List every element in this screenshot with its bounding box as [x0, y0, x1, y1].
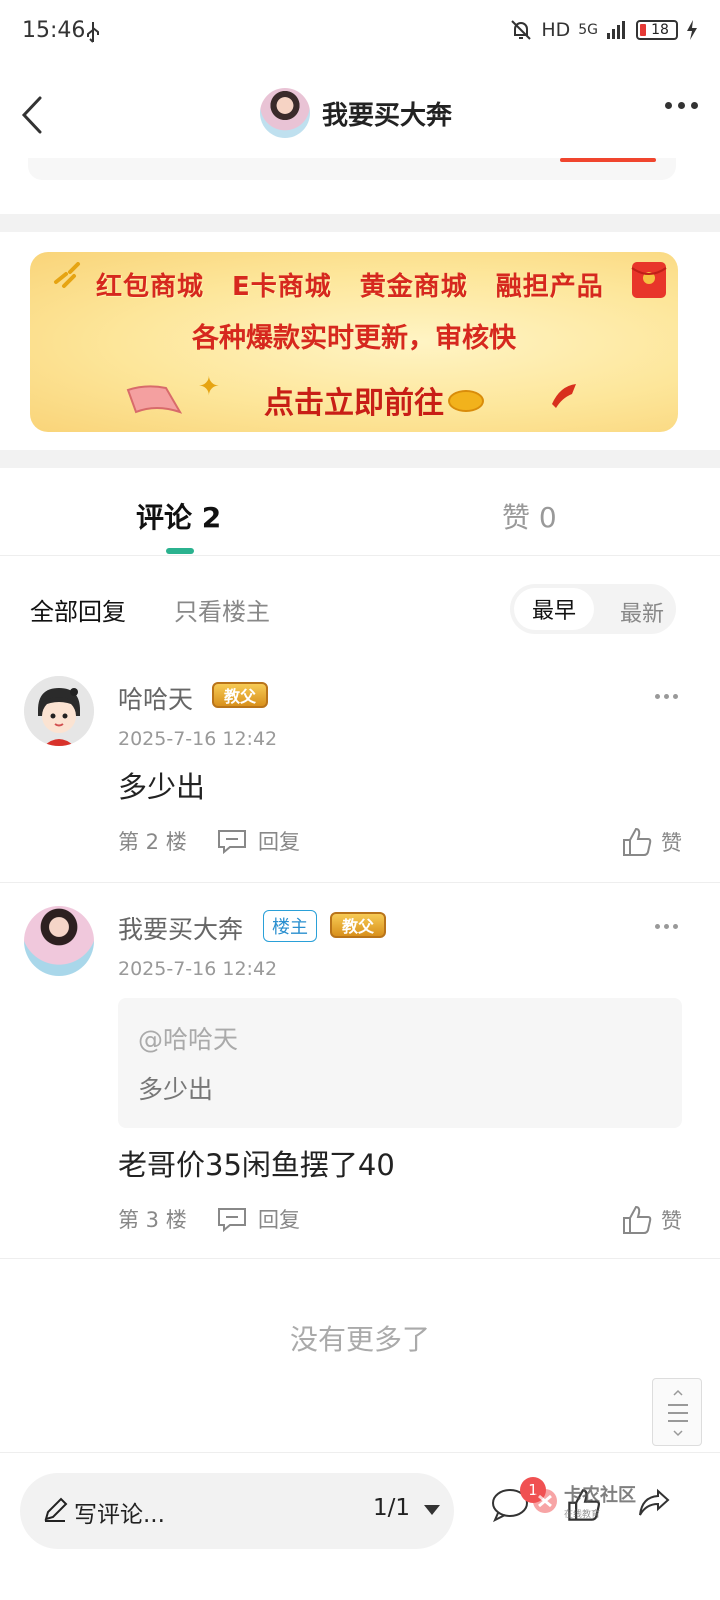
- banner-item-red-packet: 红包商城: [96, 272, 205, 302]
- divider: [0, 882, 720, 883]
- comment-time: 2025-7-16 12:42: [118, 958, 278, 980]
- banner-cta[interactable]: 点击立即前往: [30, 378, 678, 422]
- like-label: 赞: [661, 1209, 682, 1233]
- filter-owner-only[interactable]: 只看楼主: [174, 592, 270, 627]
- rank-badge: 教父: [330, 912, 387, 938]
- reply-button[interactable]: 回复: [216, 826, 300, 856]
- banner-subtitle: 各种爆款实时更新，审核快: [192, 323, 516, 354]
- reply-icon: [218, 1208, 246, 1232]
- write-comment-label: 写评论...: [74, 1502, 165, 1528]
- sort-toggle: 最早 最新: [510, 584, 676, 634]
- burst-icon: [54, 262, 80, 288]
- red-envelope-icon: [631, 262, 667, 298]
- write-comment-input[interactable]: 写评论... 1/1: [20, 1473, 454, 1549]
- banner-row1: 红包商城 E卡商城 黄金商城 融担产品: [96, 266, 604, 303]
- tab-likes[interactable]: 赞 0: [502, 496, 557, 536]
- bottom-bar: 写评论... 1/1 1 卡农社区 在线教育: [0, 1452, 720, 1600]
- header: 我要买大奔: [0, 68, 720, 162]
- quote-text: 多少出: [138, 1075, 214, 1104]
- floor-label: 第 3 楼: [118, 1208, 187, 1232]
- banner-item-gold: 黄金商城: [359, 272, 468, 302]
- battery-icon: 18: [636, 20, 678, 40]
- coin-icon: [448, 390, 484, 412]
- tab-comments[interactable]: 评论 2: [136, 496, 221, 536]
- charging-icon: [687, 20, 697, 40]
- comment-tabs: 评论 2 赞 0: [0, 468, 720, 556]
- avatar[interactable]: [24, 676, 94, 746]
- avatar[interactable]: [24, 906, 94, 976]
- comment-more-icon[interactable]: [655, 694, 678, 699]
- hd-label: HD: [541, 19, 571, 41]
- section-divider: [0, 214, 720, 232]
- reply-label: 回复: [258, 1208, 300, 1232]
- floor-label: 第 2 楼: [118, 830, 187, 854]
- signal-label: 5G: [578, 22, 598, 38]
- watermark-subtitle: 在线教育: [564, 1510, 601, 1520]
- comment-time: 2025-7-16 12:42: [118, 728, 278, 750]
- share-icon[interactable]: [636, 1487, 672, 1523]
- more-options-icon[interactable]: [665, 102, 698, 109]
- filter-all-replies[interactable]: 全部回复: [30, 592, 126, 627]
- filter-row: 全部回复 只看楼主 最早 最新: [0, 580, 720, 640]
- quote-mention[interactable]: @哈哈天: [138, 1020, 238, 1056]
- ribbon-small-icon: [552, 384, 576, 408]
- divider: [0, 1258, 720, 1259]
- battery-level: 18: [651, 22, 669, 38]
- status-bar: 15:46 HD 5G 18: [0, 0, 720, 68]
- watermark-title: 卡农社区: [564, 1485, 636, 1506]
- like-label: 赞: [661, 831, 682, 855]
- cartoon-face-icon: [24, 676, 94, 746]
- owner-badge: 楼主: [263, 910, 317, 942]
- chevron-down-icon[interactable]: [424, 1505, 440, 1515]
- status-time: 15:46: [22, 18, 86, 43]
- banner-item-e-card: E卡商城: [232, 272, 332, 302]
- pen-icon: [44, 1497, 68, 1522]
- back-icon[interactable]: [14, 90, 54, 140]
- sort-latest[interactable]: 最新: [620, 596, 664, 628]
- tab-indicator: [166, 548, 194, 554]
- like-button[interactable]: 赞: [621, 826, 682, 858]
- quoted-reply[interactable]: @哈哈天 多少出: [118, 998, 682, 1128]
- no-more-label: 没有更多了: [289, 1323, 430, 1356]
- like-button[interactable]: 赞: [621, 1204, 682, 1236]
- logo-icon: [533, 1488, 557, 1513]
- sort-earliest[interactable]: 最早: [514, 588, 594, 630]
- comment-more-icon[interactable]: [655, 924, 678, 929]
- comment-text: 老哥价35闲鱼摆了40: [118, 1148, 395, 1182]
- comment-author[interactable]: 我要买大奔: [118, 910, 243, 946]
- scroll-handle[interactable]: [652, 1378, 702, 1446]
- section-divider: [0, 450, 720, 468]
- scroll-lines-icon: [668, 1389, 688, 1437]
- status-icons: HD 5G 18: [509, 18, 698, 42]
- comment-author[interactable]: 哈哈天: [118, 680, 193, 716]
- reply-label: 回复: [258, 830, 300, 854]
- signal-icon: [607, 21, 625, 39]
- site-watermark: 卡农社区 在线教育: [530, 1481, 636, 1520]
- mute-bell-icon: [511, 20, 532, 40]
- post-card-remnant: [28, 158, 676, 180]
- avatar[interactable]: [260, 88, 310, 138]
- usb-icon: [87, 22, 99, 43]
- promo-banner[interactable]: 红包商城 E卡商城 黄金商城 融担产品 各种爆款实时更新，审核快 ✦ 点击立即前…: [30, 252, 678, 432]
- page-indicator[interactable]: 1/1: [373, 1495, 410, 1521]
- reply-button[interactable]: 回复: [216, 1204, 300, 1234]
- banner-item-guarantee: 融担产品: [495, 272, 604, 302]
- thumbs-up-icon: [623, 827, 652, 856]
- comment-text: 多少出: [118, 770, 206, 804]
- page-title: 我要买大奔: [322, 100, 453, 131]
- header-author[interactable]: 我要买大奔: [260, 88, 452, 138]
- reply-icon: [218, 830, 246, 854]
- rank-badge: 教父: [212, 682, 269, 708]
- thumbs-up-icon: [623, 1205, 652, 1234]
